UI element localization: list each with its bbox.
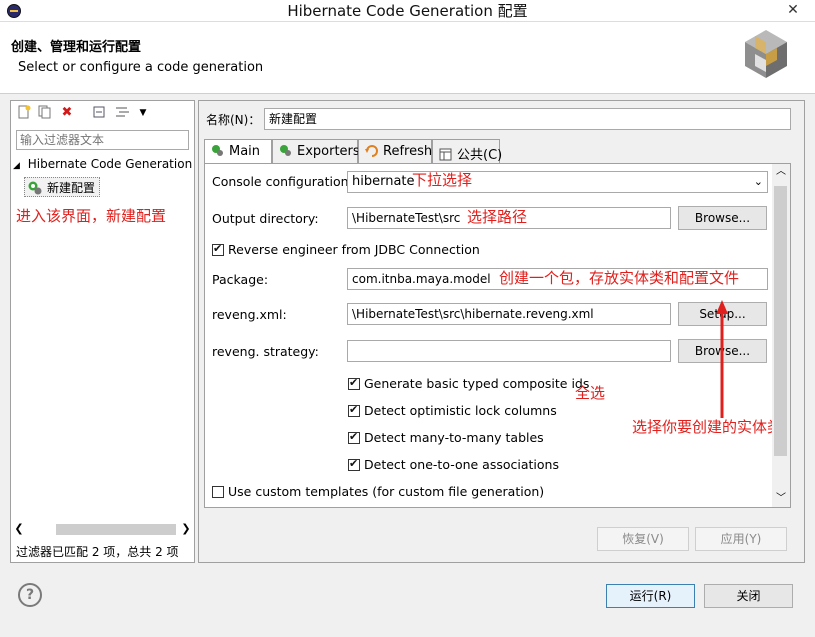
- package-label: Package:: [212, 272, 269, 287]
- header-subtitle: Select or configure a code generation: [18, 60, 264, 75]
- checkbox-unchecked-icon: [212, 486, 224, 498]
- checkbox-checked-icon: [212, 242, 224, 256]
- expand-arrow-icon[interactable]: ◢: [13, 161, 20, 171]
- chevron-down-icon[interactable]: ▼: [135, 105, 151, 121]
- scrollbar-thumb[interactable]: [774, 186, 787, 456]
- config-editor-panel: 名称(N)： 新建配置 Main Exporters Refresh 公共(C)…: [198, 100, 805, 563]
- checkbox-checked-icon: [348, 403, 360, 417]
- custom-templates-label: Use custom templates (for custom file ge…: [228, 484, 545, 499]
- annotation-choose-entities: 选择你要创建的实体类: [632, 418, 783, 436]
- tab-exporters[interactable]: Exporters: [272, 139, 360, 163]
- tab-vertical-scrollbar[interactable]: ︿ ﹀: [772, 164, 790, 507]
- reveng-xml-input[interactable]: \HibernateTest\src\hibernate.reveng.xml: [347, 303, 671, 325]
- reverse-engineer-checkbox[interactable]: Reverse engineer from JDBC Connection: [212, 242, 480, 257]
- annotation-create-package: 创建一个包，存放实体类和配置文件: [499, 269, 740, 287]
- close-window-button[interactable]: ✕: [771, 0, 815, 20]
- left-horizontal-scrollbar[interactable]: ❮ ❯: [12, 521, 193, 537]
- many-to-many-checkbox[interactable]: Detect many-to-many tables: [348, 430, 544, 445]
- delete-config-icon[interactable]: ✖: [59, 105, 75, 121]
- annotation-arrow-icon: [716, 300, 728, 418]
- tab-common[interactable]: 公共(C): [432, 139, 503, 163]
- tab-main[interactable]: Main: [204, 139, 272, 164]
- revert-button[interactable]: 恢复(V): [597, 527, 689, 551]
- annotation-enter-new-config: 进入该界面，新建配置: [16, 207, 167, 225]
- dialog-header: 创建、管理和运行配置 Select or configure a code ge…: [0, 22, 815, 94]
- composite-ids-label: Generate basic typed composite ids: [364, 376, 590, 391]
- checkbox-checked-icon: [348, 430, 360, 444]
- annotation-dropdown-select: 下拉选择: [412, 171, 473, 189]
- common-tab-icon: [439, 148, 452, 161]
- hibernate-config-icon: [28, 181, 42, 195]
- hibernate-logo-icon: [745, 30, 787, 78]
- help-icon[interactable]: ?: [18, 583, 42, 607]
- tree-item-new-config[interactable]: 新建配置: [24, 177, 101, 197]
- checkbox-checked-icon: [348, 457, 360, 471]
- scroll-down-icon[interactable]: ﹀: [772, 491, 790, 507]
- left-toolbar: ✖ ▼: [11, 101, 194, 125]
- duplicate-config-icon[interactable]: [37, 105, 53, 121]
- scroll-up-icon[interactable]: ︿: [772, 164, 790, 180]
- console-configuration-select[interactable]: hibernate ⌄: [347, 171, 768, 193]
- new-config-icon[interactable]: [16, 105, 32, 121]
- title-bar: Hibernate Code Generation 配置 ✕: [0, 0, 815, 22]
- checkbox-checked-icon: [348, 376, 360, 390]
- scroll-left-icon[interactable]: ❮: [12, 521, 26, 537]
- main-tab-content: Console configuration: hibernate ⌄ 下拉选择 …: [204, 163, 791, 508]
- tree-parent-label: Hibernate Code Generation: [27, 157, 193, 171]
- filter-input[interactable]: [16, 130, 189, 150]
- annotation-select-all: 全选: [575, 384, 606, 402]
- tab-refresh-label: Refresh: [383, 144, 433, 159]
- scroll-right-icon[interactable]: ❯: [179, 521, 193, 537]
- collapse-all-icon[interactable]: [92, 105, 108, 121]
- one-to-one-checkbox[interactable]: Detect one-to-one associations: [348, 457, 559, 472]
- filter-status: 过滤器已匹配 2 项，总共 2 项: [16, 545, 179, 559]
- tab-main-label: Main: [229, 144, 261, 159]
- many-to-many-label: Detect many-to-many tables: [364, 430, 544, 445]
- name-label: 名称(N)：: [206, 113, 261, 127]
- header-title: 创建、管理和运行配置: [11, 40, 142, 55]
- apply-button[interactable]: 应用(Y): [695, 527, 787, 551]
- reveng-strategy-label: reveng. strategy:: [212, 344, 319, 359]
- scrollbar-thumb[interactable]: [56, 524, 176, 535]
- annotation-choose-path: 选择路径: [467, 208, 528, 226]
- reveng-xml-label: reveng.xml:: [212, 307, 287, 322]
- reverse-engineer-label: Reverse engineer from JDBC Connection: [228, 242, 480, 257]
- one-to-one-label: Detect one-to-one associations: [364, 457, 559, 472]
- exporters-tab-icon: [280, 145, 291, 156]
- run-button[interactable]: 运行(R): [606, 584, 695, 608]
- console-configuration-value: hibernate: [352, 174, 415, 189]
- tab-exporters-label: Exporters: [297, 144, 360, 159]
- close-button[interactable]: 关闭: [704, 584, 793, 608]
- main-tab-icon: [212, 145, 223, 156]
- reveng-strategy-input[interactable]: [347, 340, 671, 362]
- chevron-down-icon: ⌄: [753, 175, 763, 188]
- launch-config-panel: ✖ ▼ ◢ Hibernate Code Generation 新建配置 进入该…: [10, 100, 195, 563]
- tab-refresh[interactable]: Refresh: [358, 139, 432, 163]
- output-directory-label: Output directory:: [212, 211, 319, 226]
- window-title: Hibernate Code Generation 配置: [287, 2, 528, 20]
- refresh-tab-icon: [365, 145, 378, 157]
- console-configuration-label: Console configuration:: [212, 174, 353, 189]
- filter-config-icon[interactable]: [115, 105, 131, 121]
- custom-templates-checkbox[interactable]: Use custom templates (for custom file ge…: [212, 484, 544, 499]
- composite-ids-checkbox[interactable]: Generate basic typed composite ids: [348, 376, 589, 391]
- tree-child-label: 新建配置: [47, 181, 96, 195]
- name-input[interactable]: 新建配置: [264, 108, 791, 130]
- optimistic-lock-checkbox[interactable]: Detect optimistic lock columns: [348, 403, 557, 418]
- dialog-body: ✖ ▼ ◢ Hibernate Code Generation 新建配置 进入该…: [0, 94, 815, 637]
- optimistic-lock-label: Detect optimistic lock columns: [364, 403, 557, 418]
- output-browse-button[interactable]: Browse...: [678, 206, 767, 230]
- tab-common-label: 公共(C): [457, 148, 503, 163]
- tree-item-hibernate-code-generation[interactable]: ◢ Hibernate Code Generation: [13, 157, 192, 171]
